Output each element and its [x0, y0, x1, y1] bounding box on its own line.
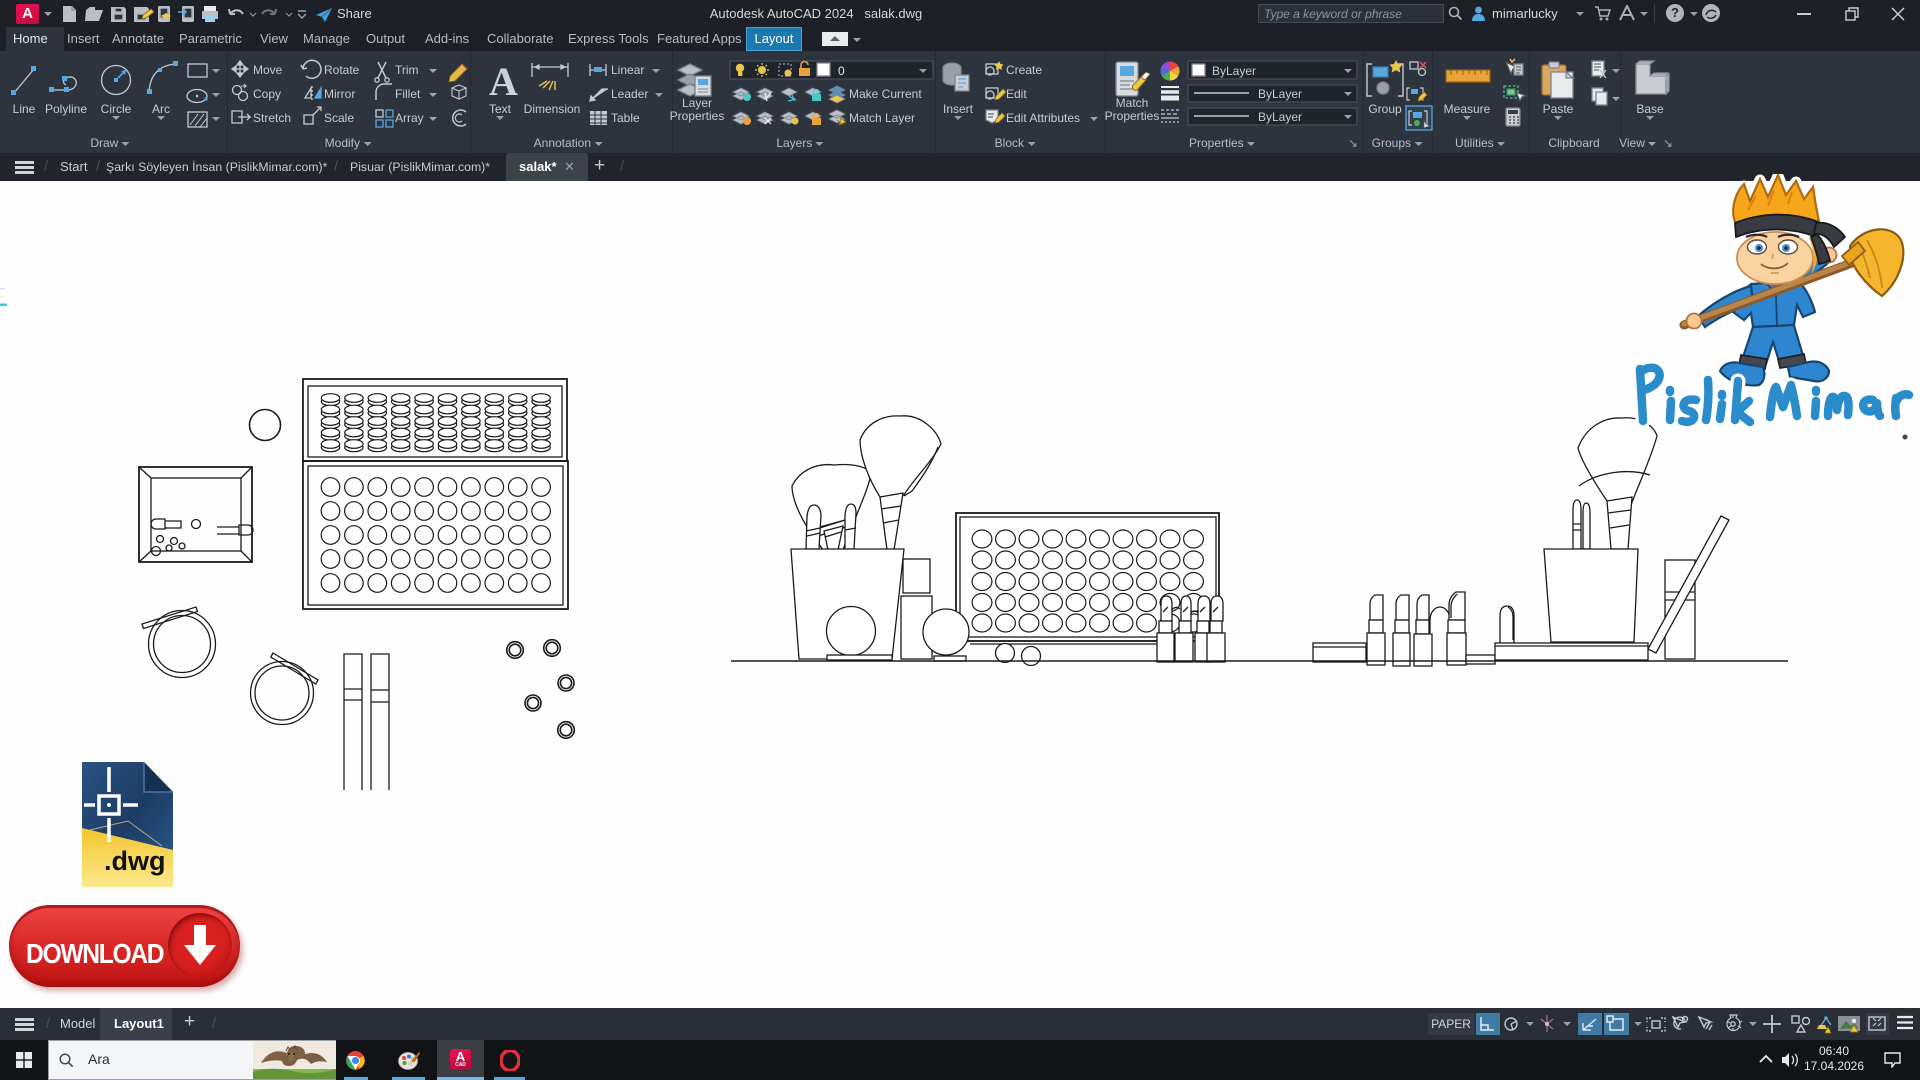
svg-text:A: A: [489, 59, 518, 104]
svg-text:.dwg: .dwg: [104, 846, 166, 876]
